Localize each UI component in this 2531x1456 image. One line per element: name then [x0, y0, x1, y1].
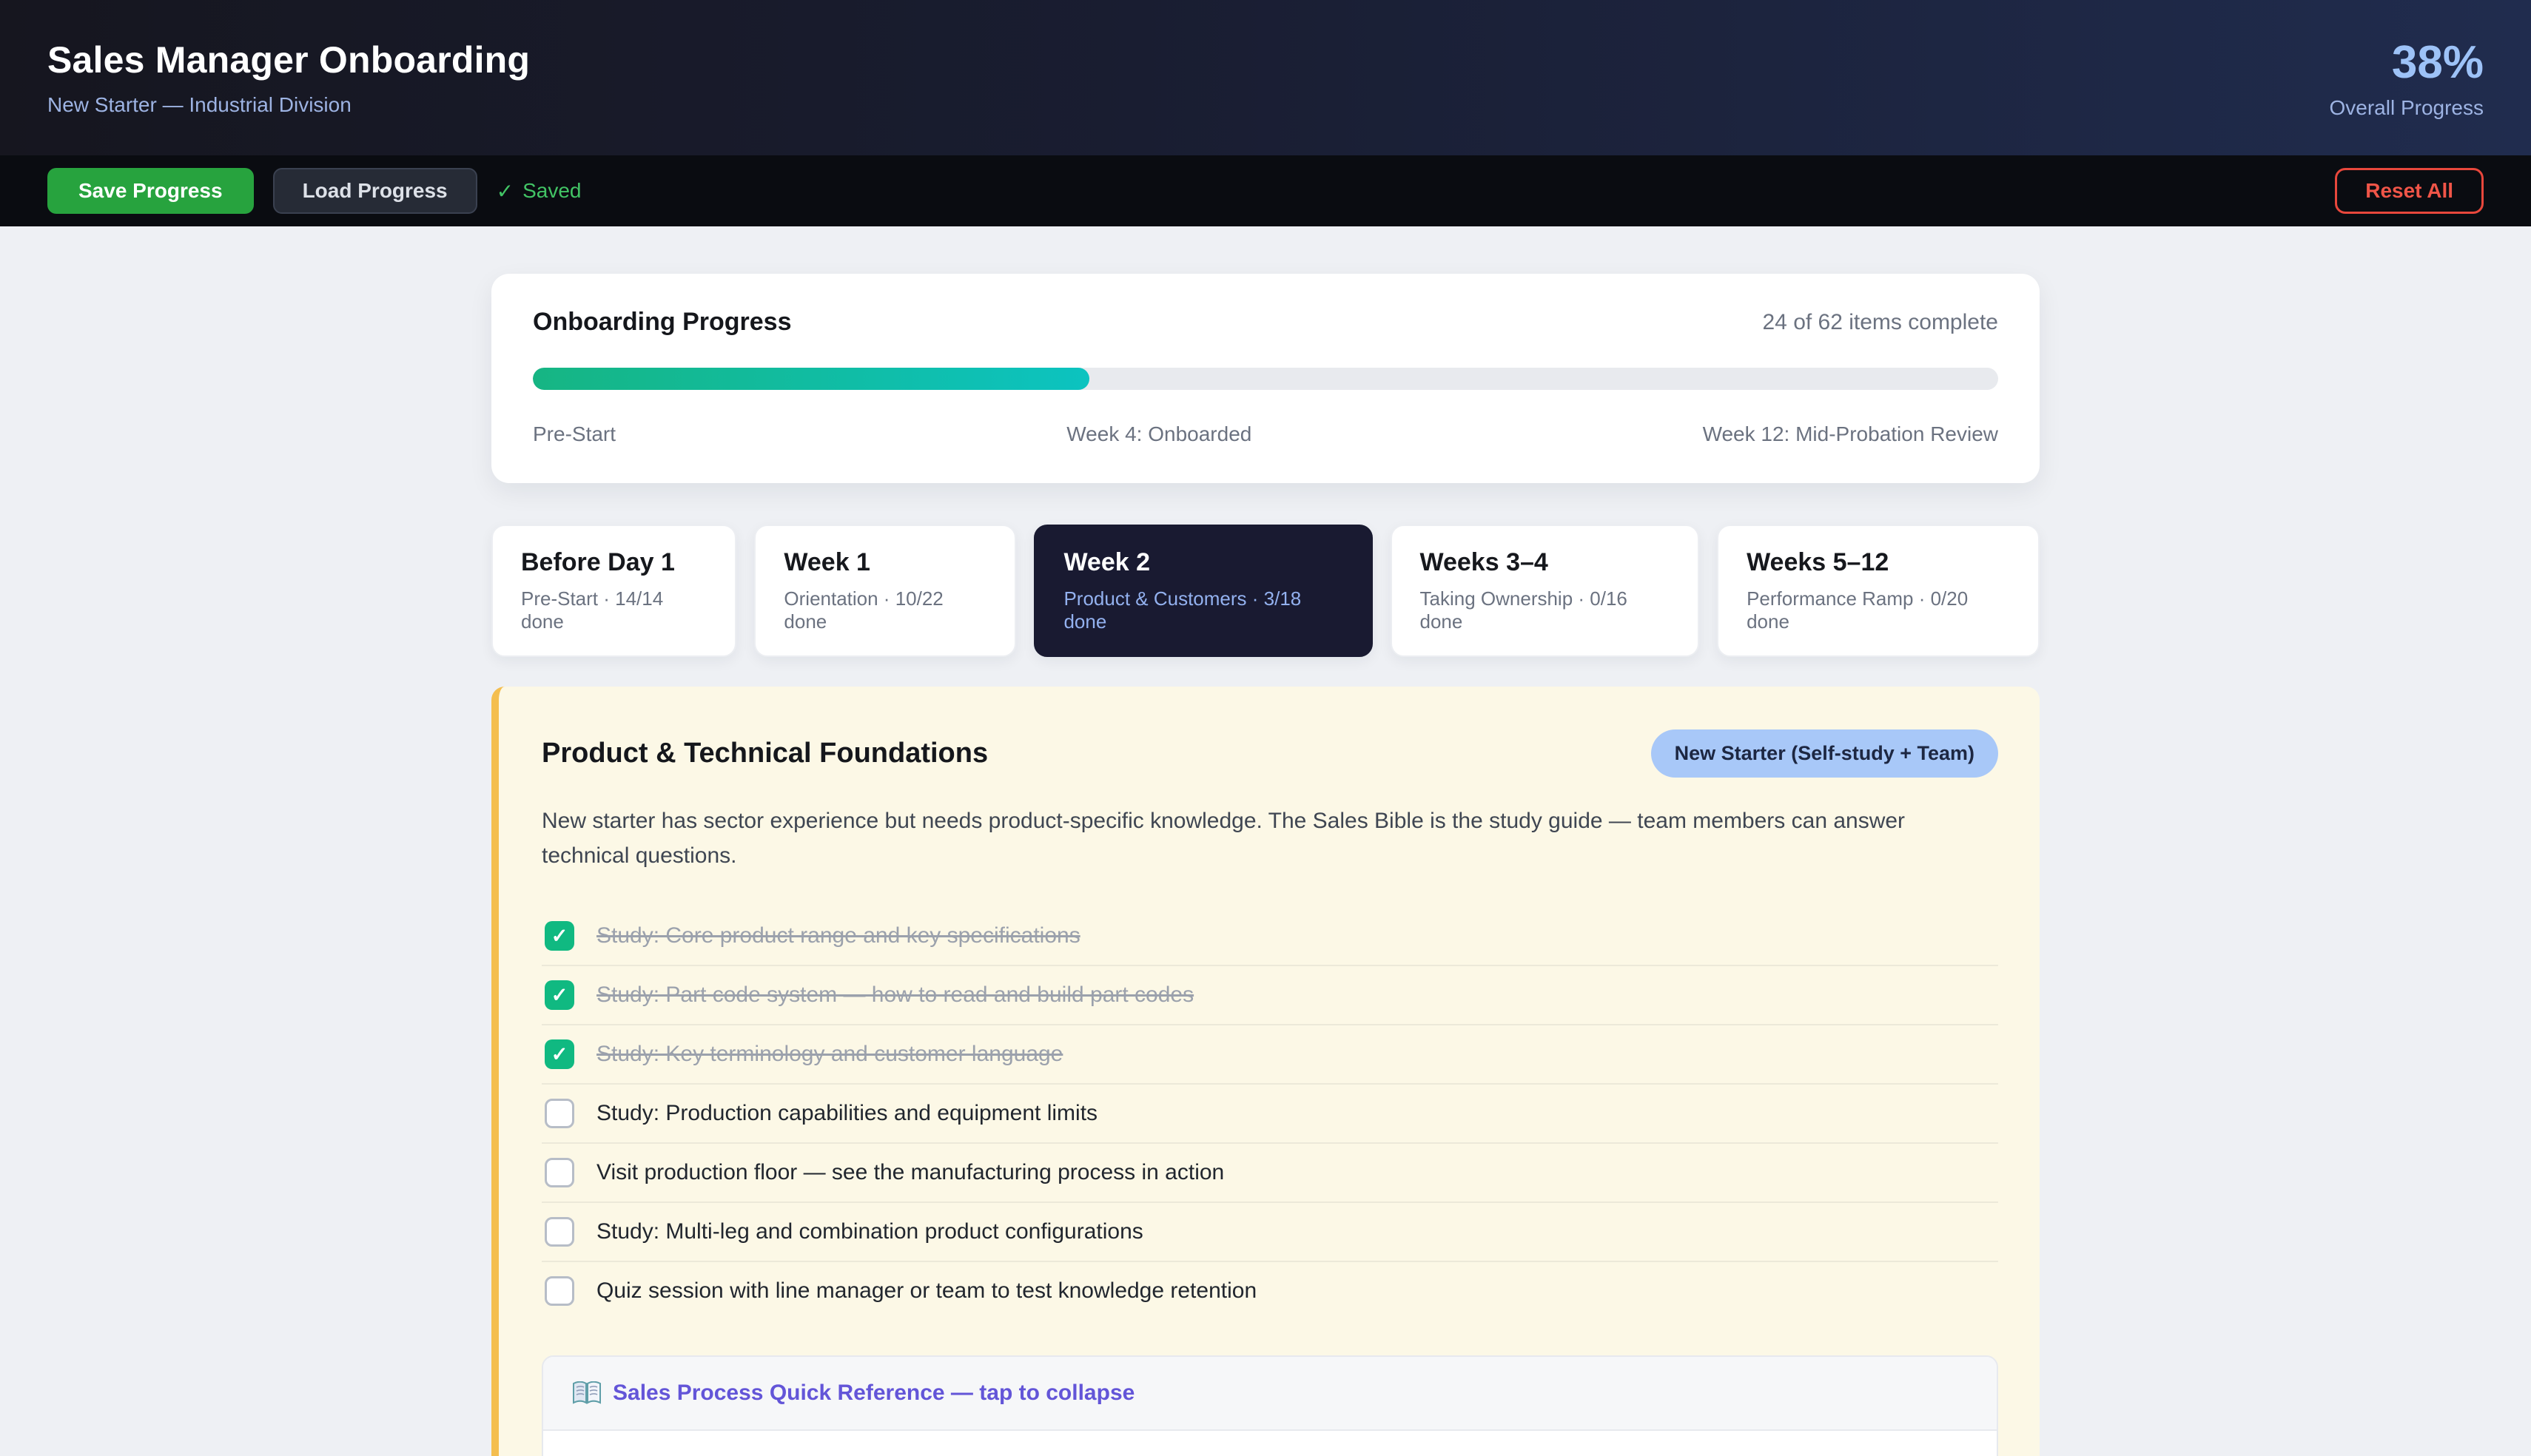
milestone-labels: Pre-Start Week 4: Onboarded Week 12: Mid-P… [533, 422, 1998, 446]
tab-before-day-1[interactable]: Before Day 1 Pre-Start · 14/14 done [491, 525, 736, 657]
overall-progress-value: 38% [2329, 36, 2484, 89]
progress-bar-track [533, 368, 1998, 390]
checkbox-unchecked-icon[interactable] [545, 1217, 574, 1247]
check-icon: ✓ [497, 179, 514, 203]
checkbox-checked-icon[interactable]: ✓ [545, 921, 574, 951]
overall-progress: 38% Overall Progress [2329, 36, 2484, 120]
checklist-item-label: Study: Part code system — how to read an… [596, 983, 1194, 1008]
tab-title: Week 2 [1063, 548, 1342, 577]
save-progress-button[interactable]: Save Progress [47, 168, 254, 214]
overall-progress-label: Overall Progress [2329, 96, 2484, 120]
quick-reference-toggle[interactable]: Sales Process Quick Reference — tap to c… [543, 1357, 1997, 1431]
reset-all-button[interactable]: Reset All [2335, 168, 2484, 214]
tab-subtitle: Taking Ownership · 0/16 done [1420, 587, 1670, 633]
checklist-item[interactable]: ✓ Study: Part code system — how to read a… [542, 966, 1998, 1025]
owner-badge: New Starter (Self-study + Team) [1651, 729, 1998, 778]
checkbox-unchecked-icon[interactable] [545, 1158, 574, 1187]
checklist-item[interactable]: ✓ Study: Core product range and key speci… [542, 907, 1998, 966]
tab-title: Week 1 [784, 548, 986, 577]
section-title: Product & Technical Foundations [542, 738, 988, 769]
milestone-label: Week 4: Onboarded [1066, 422, 1251, 446]
checklist-item-label: Study: Production capabilities and equip… [596, 1101, 1098, 1126]
checklist-item[interactable]: Visit production floor — see the manufac… [542, 1144, 1998, 1203]
section-description: New starter has sector experience but ne… [542, 804, 1998, 873]
tab-title: Before Day 1 [521, 548, 707, 577]
checklist-item-label: Quiz session with line manager or team t… [596, 1278, 1257, 1304]
checkbox-checked-icon[interactable]: ✓ [545, 1039, 574, 1069]
onboarding-progress-card: Onboarding Progress 24 of 62 items compl… [491, 274, 2040, 483]
page-subtitle: New Starter — Industrial Division [47, 93, 530, 117]
tab-week-2[interactable]: Week 2 Product & Customers · 3/18 done [1034, 525, 1372, 657]
main-content: Onboarding Progress 24 of 62 items compl… [0, 226, 2531, 1456]
tab-title: Weeks 5–12 [1747, 548, 2010, 577]
phase-panel: Product & Technical Foundations New Star… [491, 687, 2040, 1456]
load-progress-button[interactable]: Load Progress [273, 168, 477, 214]
app-root: Sales Manager Onboarding New Starter — I… [0, 0, 2531, 1456]
toolbar: Save Progress Load Progress ✓ Saved Rese… [0, 155, 2531, 226]
tab-weeks-3-4[interactable]: Weeks 3–4 Taking Ownership · 0/16 done [1391, 525, 1700, 657]
checklist-item-label: Visit production floor — see the manufac… [596, 1160, 1224, 1185]
milestone-label: Week 12: Mid-Probation Review [1703, 422, 1998, 446]
saved-status: ✓ Saved [497, 179, 582, 203]
saved-status-label: Saved [522, 179, 581, 203]
checkbox-checked-icon[interactable]: ✓ [545, 980, 574, 1010]
milestone-label: Pre-Start [533, 422, 616, 446]
quick-reference-body: Sales Process Framework StageKey Actions… [543, 1431, 1997, 1456]
header-titles: Sales Manager Onboarding New Starter — I… [47, 38, 530, 117]
checklist-item[interactable]: Study: Production capabilities and equip… [542, 1085, 1998, 1144]
book-icon [573, 1381, 601, 1405]
checkbox-unchecked-icon[interactable] [545, 1099, 574, 1128]
quick-reference-toggle-label: Sales Process Quick Reference — tap to c… [613, 1381, 1135, 1406]
page-title: Sales Manager Onboarding [47, 38, 530, 81]
checklist-item[interactable]: Study: Multi-leg and combination product… [542, 1203, 1998, 1262]
tab-subtitle: Product & Customers · 3/18 done [1063, 587, 1342, 633]
progress-count: 24 of 62 items complete [1762, 310, 1998, 335]
checklist-item[interactable]: Quiz session with line manager or team t… [542, 1262, 1998, 1320]
checkbox-unchecked-icon[interactable] [545, 1276, 574, 1306]
tab-week-1[interactable]: Week 1 Orientation · 10/22 done [754, 525, 1016, 657]
tab-weeks-5-12[interactable]: Weeks 5–12 Performance Ramp · 0/20 done [1717, 525, 2040, 657]
tab-subtitle: Performance Ramp · 0/20 done [1747, 587, 2010, 633]
checklist-item-label: Study: Multi-leg and combination product… [596, 1219, 1143, 1244]
checklist-item-label: Study: Core product range and key specif… [596, 923, 1080, 948]
progress-bar-fill [533, 368, 1089, 390]
progress-card-title: Onboarding Progress [533, 308, 792, 337]
tab-title: Weeks 3–4 [1420, 548, 1670, 577]
phase-tabs: Before Day 1 Pre-Start · 14/14 done Week 1… [491, 525, 2040, 657]
checklist-item[interactable]: ✓ Study: Key terminology and customer lan… [542, 1025, 1998, 1085]
checklist-item-label: Study: Key terminology and customer lang… [596, 1042, 1063, 1067]
checklist: ✓ Study: Core product range and key speci… [542, 907, 1998, 1320]
tab-subtitle: Orientation · 10/22 done [784, 587, 986, 633]
app-header: Sales Manager Onboarding New Starter — I… [0, 0, 2531, 155]
tab-subtitle: Pre-Start · 14/14 done [521, 587, 707, 633]
quick-reference-card: Sales Process Quick Reference — tap to c… [542, 1355, 1998, 1456]
